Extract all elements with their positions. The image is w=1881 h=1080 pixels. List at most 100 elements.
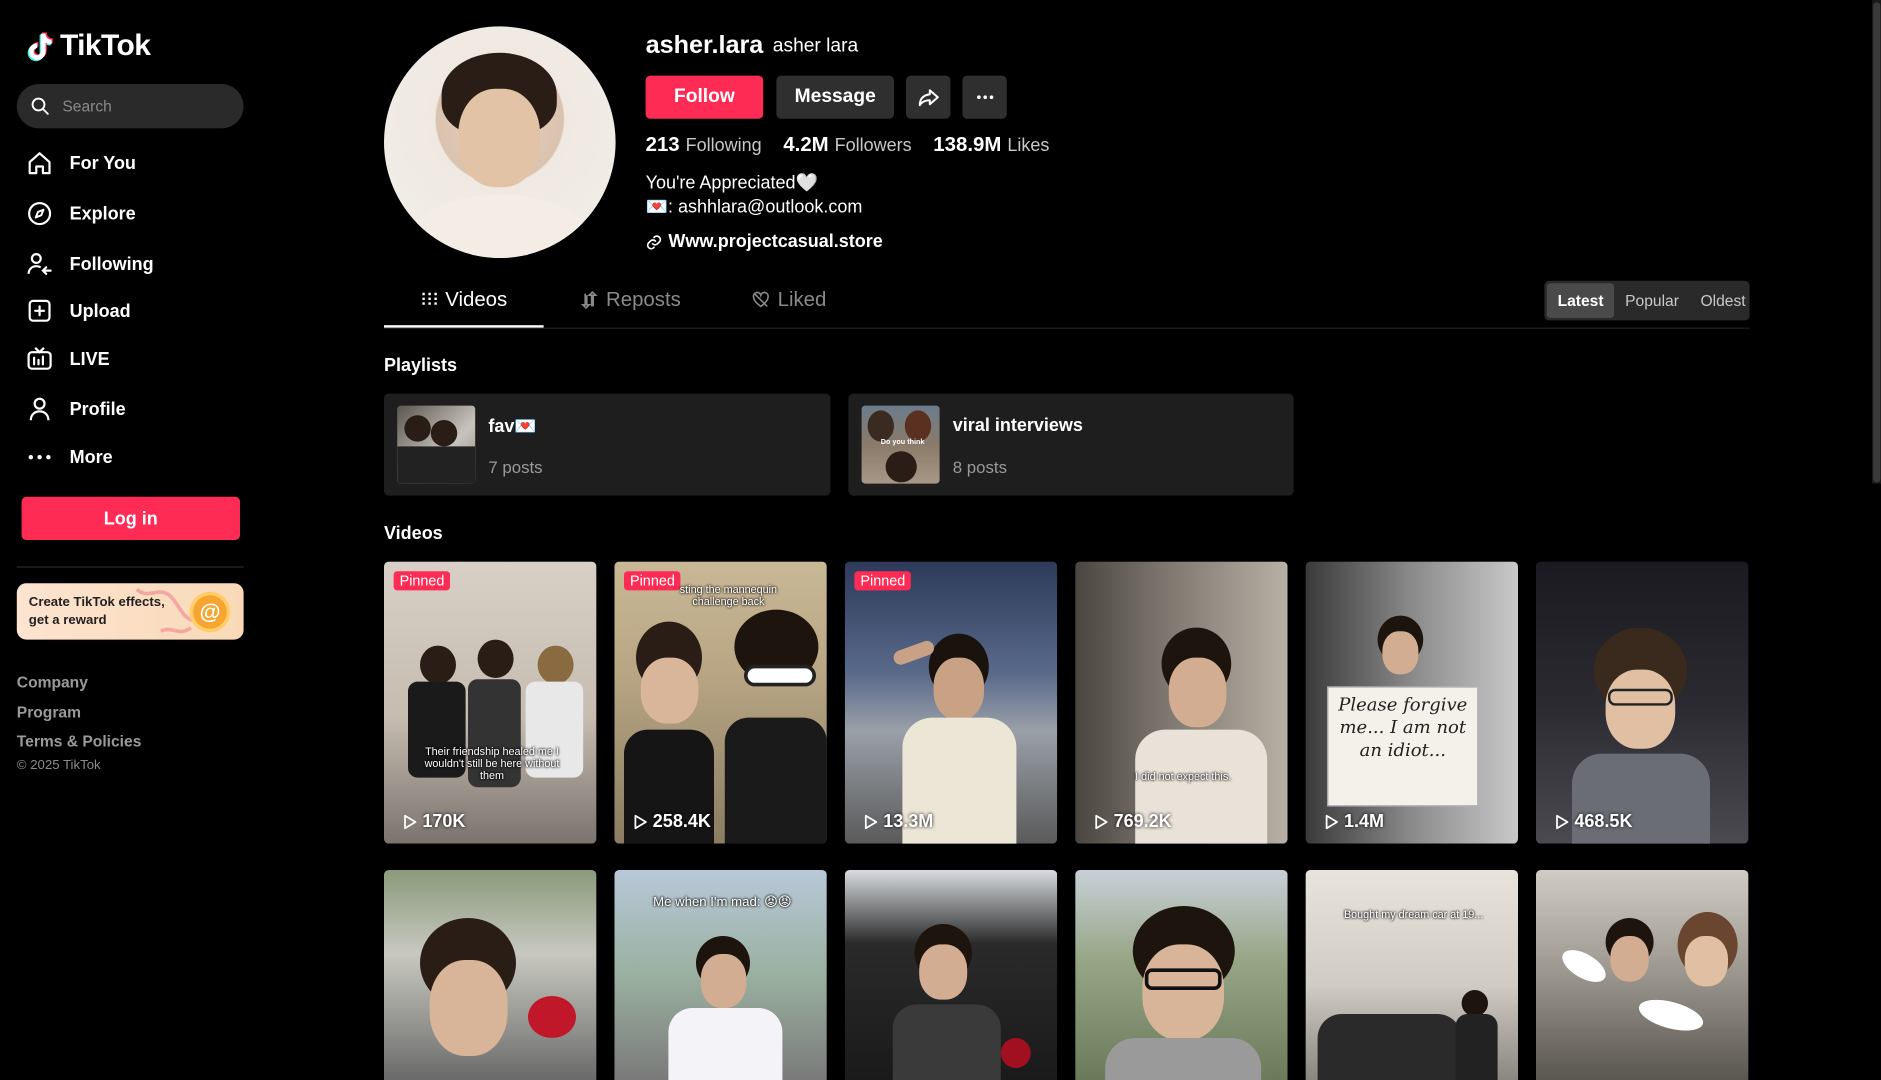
playlist-thumbnail xyxy=(397,405,476,484)
username: asher.lara xyxy=(645,31,764,59)
footer-program-link[interactable]: Program xyxy=(17,703,81,721)
stat-following[interactable]: 213 Following xyxy=(646,133,762,157)
view-count: 258.4K xyxy=(631,811,711,832)
nav-label: For You xyxy=(69,153,136,174)
live-icon xyxy=(27,347,52,370)
video-card[interactable]: Pinned 13.3M xyxy=(844,561,1058,844)
play-icon xyxy=(634,814,647,829)
stat-value: 4.2M xyxy=(783,133,829,156)
stat-followers[interactable]: 4.2M Followers xyxy=(783,133,911,157)
video-card[interactable]: Me when I'm mad: 😡😡 xyxy=(614,870,827,1080)
video-card[interactable]: 468.5K xyxy=(1536,561,1749,844)
nickname: asher lara xyxy=(772,36,859,57)
stat-label: Following xyxy=(685,135,762,156)
nav-live[interactable]: LIVE xyxy=(26,344,110,373)
grid-icon xyxy=(422,292,437,308)
profile-link-text: Www.projectcasual.store xyxy=(668,231,883,253)
profile-icon xyxy=(29,397,50,421)
view-count: 468.5K xyxy=(1553,811,1632,832)
search-box[interactable] xyxy=(16,84,244,129)
video-card[interactable] xyxy=(844,870,1058,1080)
footer-company-link[interactable]: Company xyxy=(17,673,88,691)
playlist-card[interactable]: Do you think viral interviews 8 posts xyxy=(848,393,1294,496)
tiktok-note-icon xyxy=(27,31,53,61)
upload-icon xyxy=(28,299,51,322)
nav-upload[interactable]: Upload xyxy=(26,296,131,325)
nav-following[interactable]: Following xyxy=(26,250,154,279)
stat-label: Followers xyxy=(834,135,912,156)
video-card[interactable] xyxy=(1075,870,1288,1080)
nav-for-you[interactable]: For You xyxy=(26,149,136,178)
bio-line: 💌: ashhlara@outlook.com xyxy=(645,196,863,218)
view-count: 1.4M xyxy=(1322,811,1385,832)
video-thumbnail xyxy=(844,870,1058,1080)
profile-link[interactable]: Www.projectcasual.store xyxy=(646,232,883,252)
video-card[interactable]: I did not expect this. 769.2K xyxy=(1075,561,1288,844)
video-caption: I did not expect this. xyxy=(1135,770,1232,783)
nav-profile[interactable]: Profile xyxy=(26,395,126,424)
more-icon xyxy=(28,455,51,460)
sort-popular[interactable]: Popular xyxy=(1614,283,1689,318)
video-thumbnail xyxy=(1075,870,1288,1080)
view-count-text: 170K xyxy=(422,811,466,832)
nav-label: Upload xyxy=(69,300,131,321)
page-scrollbar[interactable] xyxy=(1872,0,1881,484)
home-icon xyxy=(28,152,51,175)
video-caption: Their friendship healed me I wouldn't st… xyxy=(424,745,560,782)
sort-oldest[interactable]: Oldest xyxy=(1690,283,1757,318)
pinned-badge: Pinned xyxy=(393,571,451,591)
video-card[interactable] xyxy=(384,870,597,1080)
playlists-heading: Playlists xyxy=(384,355,458,376)
video-thumbnail xyxy=(1536,870,1749,1080)
video-thumbnail xyxy=(844,561,1058,844)
video-card[interactable]: Bought my dream car at 19... xyxy=(1305,870,1518,1080)
tab-label: Liked xyxy=(777,288,827,311)
search-input[interactable] xyxy=(62,97,231,116)
nav-explore[interactable]: Explore xyxy=(26,199,136,228)
nav-label: Following xyxy=(69,253,154,275)
footer-terms-link[interactable]: Terms & Policies xyxy=(17,732,142,750)
playlist-card[interactable]: fav💌 7 posts xyxy=(384,393,831,496)
video-card[interactable]: Pinned Their friendship healed me I woul… xyxy=(384,561,597,844)
view-count: 170K xyxy=(401,811,466,832)
bio: You're Appreciated🤍 💌: ashhlara@outlook.… xyxy=(646,172,863,220)
effects-promo-banner[interactable]: Create TikTok effects, get a reward @ xyxy=(16,583,244,640)
view-count-text: 1.4M xyxy=(1344,811,1385,832)
videos-heading: Videos xyxy=(384,523,443,544)
nav-label: Explore xyxy=(69,203,136,224)
stat-value: 213 xyxy=(645,133,680,156)
video-card[interactable] xyxy=(1536,870,1749,1080)
share-icon xyxy=(918,89,939,107)
following-icon xyxy=(27,253,52,276)
login-button[interactable]: Log in xyxy=(21,496,241,540)
video-card[interactable]: Please forgive me... I am not an idiot..… xyxy=(1305,561,1518,844)
stat-label: Likes xyxy=(1007,135,1050,156)
nav-more[interactable]: More xyxy=(26,443,113,472)
playlist-name: viral interviews xyxy=(952,415,1083,436)
video-thumbnail xyxy=(1305,870,1518,1080)
video-card[interactable]: Pinned sting the mannequin challenge bac… xyxy=(614,561,827,844)
liked-icon xyxy=(752,291,769,308)
nav-label: LIVE xyxy=(69,348,110,369)
message-button[interactable]: Message xyxy=(776,75,895,119)
video-thumbnail xyxy=(384,870,597,1080)
reward-coin-icon: @ xyxy=(189,591,231,633)
view-count: 13.3M xyxy=(862,811,933,832)
scrollbar-thumb[interactable] xyxy=(1873,2,1881,483)
play-icon xyxy=(864,814,878,829)
tab-videos[interactable]: Videos xyxy=(421,288,507,312)
repost-icon xyxy=(580,290,598,310)
view-count-text: 258.4K xyxy=(652,811,711,832)
video-caption: Bought my dream car at 19... xyxy=(1343,908,1484,921)
share-button[interactable] xyxy=(906,75,951,119)
view-count: 769.2K xyxy=(1092,811,1172,832)
video-thumbnail xyxy=(1075,561,1288,844)
follow-button[interactable]: Follow xyxy=(645,75,764,119)
view-count-text: 769.2K xyxy=(1113,811,1172,832)
tiktok-logo[interactable]: TikTok xyxy=(26,29,151,64)
tab-reposts[interactable]: Reposts xyxy=(580,288,681,312)
sort-latest[interactable]: Latest xyxy=(1546,283,1615,318)
more-options-button[interactable] xyxy=(962,75,1007,119)
tab-liked[interactable]: Liked xyxy=(751,288,826,312)
play-icon xyxy=(1095,814,1108,829)
